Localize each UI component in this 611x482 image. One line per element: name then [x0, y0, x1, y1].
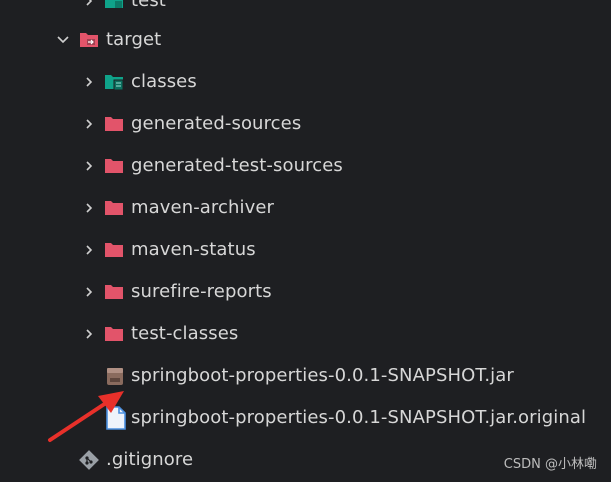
folder-icon	[104, 324, 124, 344]
chevron-right-icon[interactable]	[84, 287, 94, 297]
tree-item-label: test-classes	[131, 323, 239, 344]
file-explorer-tree: test target classes generated-sources ge…	[0, 0, 611, 482]
chevron-right-icon[interactable]	[84, 203, 94, 213]
tree-item-surefire-reports[interactable]: surefire-reports	[0, 271, 611, 313]
tree-item-classes[interactable]: classes	[0, 61, 611, 103]
tree-item-label: springboot-properties-0.0.1-SNAPSHOT.jar…	[131, 407, 587, 428]
document-file-icon	[105, 406, 127, 430]
tree-item-jar-file[interactable]: springboot-properties-0.0.1-SNAPSHOT.jar	[0, 355, 611, 397]
chevron-right-icon[interactable]	[84, 161, 94, 171]
tree-item-generated-sources[interactable]: generated-sources	[0, 103, 611, 145]
folder-icon	[104, 240, 124, 260]
chevron-right-icon[interactable]	[84, 0, 94, 6]
folder-icon	[104, 282, 124, 302]
tree-item-generated-test-sources[interactable]: generated-test-sources	[0, 145, 611, 187]
target-folder-open-icon	[79, 30, 99, 50]
folder-icon	[104, 198, 124, 218]
watermark-text: CSDN @小林嘞	[503, 457, 597, 472]
tree-item-label: springboot-properties-0.0.1-SNAPSHOT.jar	[131, 365, 514, 386]
tree-item-label: .gitignore	[106, 449, 194, 470]
tree-item-label: surefire-reports	[131, 281, 272, 302]
tree-item-label: classes	[131, 71, 197, 92]
chevron-right-icon[interactable]	[84, 77, 94, 87]
chevron-down-icon[interactable]	[57, 35, 69, 45]
tree-item-maven-archiver[interactable]: maven-archiver	[0, 187, 611, 229]
classes-folder-icon	[104, 72, 124, 92]
tree-item-maven-status[interactable]: maven-status	[0, 229, 611, 271]
tree-item-label: maven-archiver	[131, 197, 275, 218]
tree-item-label: generated-test-sources	[131, 155, 343, 176]
chevron-right-icon[interactable]	[84, 329, 94, 339]
tree-item-label: generated-sources	[131, 113, 302, 134]
tree-item-target[interactable]: target	[0, 19, 611, 61]
chevron-right-icon[interactable]	[84, 119, 94, 129]
git-icon	[79, 450, 99, 470]
test-folder-icon	[104, 0, 124, 11]
folder-icon	[104, 114, 124, 134]
tree-item-label: test	[131, 0, 166, 11]
jar-file-icon	[105, 366, 125, 386]
tree-item-label: maven-status	[131, 239, 256, 260]
chevron-right-icon[interactable]	[84, 245, 94, 255]
folder-icon	[104, 156, 124, 176]
tree-item-jar-original-file[interactable]: springboot-properties-0.0.1-SNAPSHOT.jar…	[0, 397, 611, 439]
tree-item-label: target	[106, 29, 162, 50]
tree-item-test-classes[interactable]: test-classes	[0, 313, 611, 355]
